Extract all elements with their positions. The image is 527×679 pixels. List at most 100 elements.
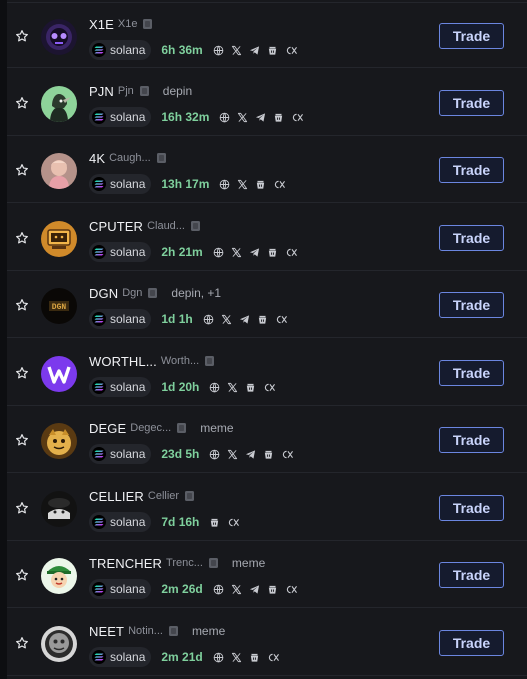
token-meta-line: solana 7d 16h <box>89 511 240 533</box>
favorite-star-icon[interactable] <box>15 366 29 380</box>
token-row[interactable]: DEGE Degec... meme solana 23d 5h Trade <box>7 407 527 473</box>
favorite-star-icon[interactable] <box>15 568 29 582</box>
copy-icon[interactable] <box>205 356 215 366</box>
trade-button[interactable]: Trade <box>439 495 504 521</box>
trade-button[interactable]: Trade <box>439 225 504 251</box>
token-row[interactable]: TRENCHER Trenc... meme solana 2m 26d Tra… <box>7 542 527 608</box>
trade-button[interactable]: Trade <box>439 562 504 588</box>
audit-icon[interactable] <box>209 517 220 528</box>
trade-button[interactable]: Trade <box>439 157 504 183</box>
trade-button[interactable]: Trade <box>439 292 504 318</box>
globe-icon[interactable] <box>213 45 224 56</box>
token-meta-line: solana 16h 32m <box>89 106 304 128</box>
social-links <box>219 179 286 190</box>
token-title-line: DGN Dgn depin, +1 <box>89 284 221 302</box>
telegram-icon[interactable] <box>249 45 260 56</box>
dexscreener-icon[interactable] <box>263 382 276 393</box>
dexscreener-icon[interactable] <box>281 449 294 460</box>
copy-icon[interactable] <box>208 558 218 568</box>
copy-icon[interactable] <box>177 423 187 433</box>
trade-button[interactable]: Trade <box>439 427 504 453</box>
copy-icon[interactable] <box>168 626 178 636</box>
globe-icon[interactable] <box>213 652 224 663</box>
audit-icon[interactable] <box>245 382 256 393</box>
audit-icon[interactable] <box>267 584 278 595</box>
token-row[interactable]: WORTHL... Worth... solana 1d 20h Trade <box>7 340 527 406</box>
dexscreener-icon[interactable] <box>275 314 288 325</box>
telegram-icon[interactable] <box>239 314 250 325</box>
globe-icon[interactable] <box>213 584 224 595</box>
favorite-star-icon[interactable] <box>15 433 29 447</box>
globe-icon[interactable] <box>219 112 230 123</box>
audit-icon[interactable] <box>267 247 278 258</box>
favorite-star-icon[interactable] <box>15 96 29 110</box>
token-ticker: 4K <box>89 150 106 166</box>
telegram-icon[interactable] <box>249 247 260 258</box>
favorite-star-icon[interactable] <box>15 29 29 43</box>
trade-button[interactable]: Trade <box>439 360 504 386</box>
audit-icon[interactable] <box>273 112 284 123</box>
copy-icon[interactable] <box>148 288 158 298</box>
solana-icon <box>92 515 106 529</box>
dexscreener-icon[interactable] <box>285 45 298 56</box>
telegram-icon[interactable] <box>245 449 256 460</box>
copy-icon[interactable] <box>139 86 149 96</box>
token-ticker: TRENCHER <box>89 555 163 571</box>
dexscreener-icon[interactable] <box>285 247 298 258</box>
token-row[interactable]: NEET Notin... meme solana 2m 21d Trade <box>7 610 527 676</box>
copy-icon[interactable] <box>190 221 200 231</box>
dexscreener-icon[interactable] <box>273 179 286 190</box>
copy-icon[interactable] <box>143 19 153 29</box>
token-row[interactable]: DGN DGN Dgn depin, +1 solana 1d 1h Trade <box>7 272 527 338</box>
audit-icon[interactable] <box>249 652 260 663</box>
favorite-star-icon[interactable] <box>15 501 29 515</box>
x-icon[interactable] <box>237 179 248 190</box>
favorite-star-icon[interactable] <box>15 298 29 312</box>
x-icon[interactable] <box>231 584 242 595</box>
copy-icon[interactable] <box>185 491 195 501</box>
x-icon[interactable] <box>227 449 238 460</box>
token-row[interactable]: X1E X1e solana 6h 36m Trade <box>7 2 527 68</box>
telegram-icon[interactable] <box>255 112 266 123</box>
neet-logo-icon <box>41 626 77 662</box>
token-row[interactable]: CPUTER Claud... solana 2h 21m Trade <box>7 205 527 271</box>
audit-icon[interactable] <box>267 45 278 56</box>
trade-button[interactable]: Trade <box>439 630 504 656</box>
token-meta-line: solana 2m 26d <box>89 578 298 600</box>
x-icon[interactable] <box>231 652 242 663</box>
trade-button[interactable]: Trade <box>439 23 504 49</box>
x-icon[interactable] <box>237 112 248 123</box>
token-title-line: NEET Notin... meme <box>89 622 225 640</box>
favorite-star-icon[interactable] <box>15 636 29 650</box>
globe-icon[interactable] <box>203 314 214 325</box>
trade-button[interactable]: Trade <box>439 90 504 116</box>
globe-icon[interactable] <box>209 449 220 460</box>
telegram-icon[interactable] <box>249 584 260 595</box>
audit-icon[interactable] <box>255 179 266 190</box>
globe-icon[interactable] <box>219 179 230 190</box>
dexscreener-icon[interactable] <box>267 652 280 663</box>
x-icon[interactable] <box>221 314 232 325</box>
dexscreener-icon[interactable] <box>227 517 240 528</box>
audit-icon[interactable] <box>263 449 274 460</box>
token-tag: meme <box>191 624 226 638</box>
favorite-star-icon[interactable] <box>15 163 29 177</box>
solana-icon <box>92 650 106 664</box>
x-icon[interactable] <box>231 247 242 258</box>
token-row[interactable]: 4K Caugh... solana 13h 17m Trade <box>7 137 527 203</box>
favorite-star-icon[interactable] <box>15 231 29 245</box>
token-tag: meme <box>200 421 234 435</box>
token-age: 2m 21d <box>161 650 203 664</box>
dexscreener-icon[interactable] <box>285 584 298 595</box>
token-row[interactable]: PJN Pjn depin solana 16h 32m Trade <box>7 70 527 136</box>
globe-icon[interactable] <box>213 247 224 258</box>
social-links <box>209 382 276 393</box>
chain-badge: solana <box>89 174 152 194</box>
copy-icon[interactable] <box>156 153 166 163</box>
x-icon[interactable] <box>231 45 242 56</box>
token-row[interactable]: CELLIER Cellier solana 7d 16h Trade <box>7 475 527 541</box>
x-icon[interactable] <box>227 382 238 393</box>
dexscreener-icon[interactable] <box>291 112 304 123</box>
audit-icon[interactable] <box>257 314 268 325</box>
globe-icon[interactable] <box>209 382 220 393</box>
